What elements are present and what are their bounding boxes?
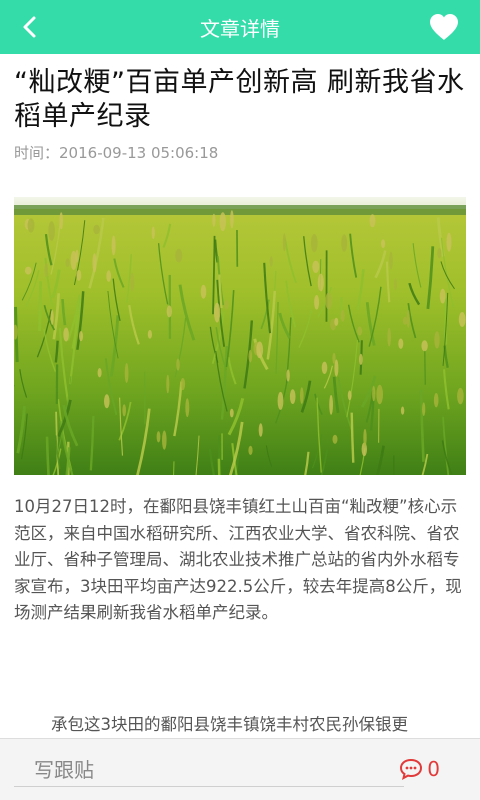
article-header: “籼改粳”百亩单产创新高 刷新我省水稻单产纪录 时间：2016-09-13 05… xyxy=(14,66,466,163)
chevron-left-icon xyxy=(23,16,36,38)
bottom-bar: 写跟贴 0 xyxy=(0,738,480,800)
article-paragraph-2: 承包这3块田的鄱阳县饶丰镇饶丰村农民孙保银更 xyxy=(51,715,408,734)
favorite-button[interactable] xyxy=(426,9,462,45)
article-image xyxy=(14,197,466,475)
back-button[interactable] xyxy=(10,7,50,47)
comment-count: 0 xyxy=(427,757,440,781)
page-title: 文章详情 xyxy=(200,16,280,41)
reply-input[interactable]: 写跟贴 xyxy=(14,751,404,787)
article-title: “籼改粳”百亩单产创新高 刷新我省水稻单产纪录 xyxy=(14,67,465,132)
article-paragraph-1: 10月27日12时，在鄱阳县饶丰镇红土山百亩“籼改粳”核心示范区，来自中国水稻研… xyxy=(14,497,462,622)
heart-icon xyxy=(430,14,458,40)
app-header: 文章详情 xyxy=(0,0,480,54)
time-label: 时间： xyxy=(14,144,60,162)
comment-count-button[interactable]: 0 xyxy=(399,751,440,787)
comment-bubble-icon xyxy=(400,758,423,780)
time-value: 2016-09-13 05:06:18 xyxy=(59,144,219,162)
article-time: 时间：2016-09-13 05:06:18 xyxy=(14,142,466,163)
